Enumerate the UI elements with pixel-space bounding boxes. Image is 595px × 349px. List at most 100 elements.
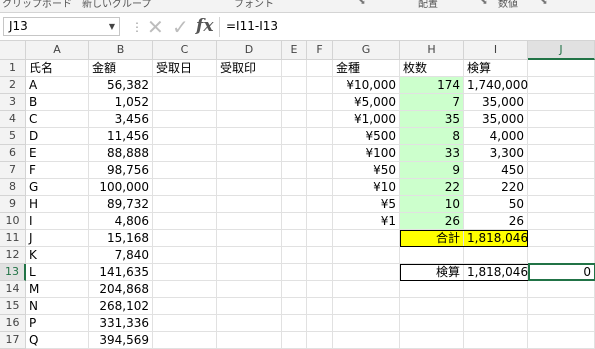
cell-e15[interactable] xyxy=(282,298,307,315)
ribbon-group-alignment[interactable]: 配置 xyxy=(418,0,438,10)
cell-f4[interactable] xyxy=(307,111,333,128)
column-header-d[interactable]: D xyxy=(217,41,282,60)
row-header-1[interactable]: 1 xyxy=(0,60,26,77)
cell-f8[interactable] xyxy=(307,179,333,196)
cell-g5[interactable]: ¥500 xyxy=(333,128,400,145)
cell-g9[interactable]: ¥5 xyxy=(333,196,400,213)
cell-f9[interactable] xyxy=(307,196,333,213)
cell-h6[interactable]: 33 xyxy=(400,145,464,162)
cell-g12[interactable] xyxy=(333,247,400,264)
cell-b13[interactable]: 141,635 xyxy=(89,264,153,281)
cell-h9[interactable]: 10 xyxy=(400,196,464,213)
cell-c13[interactable] xyxy=(153,264,217,281)
font-dialog-launcher-icon[interactable]: ⬊ xyxy=(358,0,366,7)
cell-h14[interactable] xyxy=(400,281,464,298)
cell-i4[interactable]: 35,000 xyxy=(464,111,528,128)
cell-d7[interactable] xyxy=(217,162,282,179)
cell-i16[interactable] xyxy=(464,315,528,332)
cell-c5[interactable] xyxy=(153,128,217,145)
cell-g13[interactable] xyxy=(333,264,400,281)
cell-h8[interactable]: 22 xyxy=(400,179,464,196)
cell-h15[interactable] xyxy=(400,298,464,315)
cell-e14[interactable] xyxy=(282,281,307,298)
cell-j9[interactable] xyxy=(528,196,595,213)
cell-i6[interactable]: 3,300 xyxy=(464,145,528,162)
cell-a16[interactable]: P xyxy=(26,315,89,332)
cell-i11[interactable]: 1,818,046 xyxy=(464,230,528,247)
column-header-a[interactable]: A xyxy=(26,41,89,60)
column-header-j[interactable]: J xyxy=(528,41,595,60)
cell-h5[interactable]: 8 xyxy=(400,128,464,145)
insert-function-icon[interactable]: fx xyxy=(196,16,213,36)
row-header-14[interactable]: 14 xyxy=(0,281,26,298)
ribbon-group-new[interactable]: 新しいグループ xyxy=(82,0,151,10)
cell-e3[interactable] xyxy=(282,94,307,111)
cell-d1[interactable]: 受取印 xyxy=(217,60,282,77)
cell-i7[interactable]: 450 xyxy=(464,162,528,179)
cell-d16[interactable] xyxy=(217,315,282,332)
cell-c14[interactable] xyxy=(153,281,217,298)
cell-g1[interactable]: 金種 xyxy=(333,60,400,77)
cell-g3[interactable]: ¥5,000 xyxy=(333,94,400,111)
cell-j2[interactable] xyxy=(528,77,595,94)
cell-d15[interactable] xyxy=(217,298,282,315)
cancel-icon[interactable]: ✕ xyxy=(147,15,164,39)
cell-b6[interactable]: 88,888 xyxy=(89,145,153,162)
cell-f6[interactable] xyxy=(307,145,333,162)
cell-c12[interactable] xyxy=(153,247,217,264)
row-header-5[interactable]: 5 xyxy=(0,128,26,145)
cell-e16[interactable] xyxy=(282,315,307,332)
cell-i15[interactable] xyxy=(464,298,528,315)
cell-f2[interactable] xyxy=(307,77,333,94)
cell-c8[interactable] xyxy=(153,179,217,196)
row-header-12[interactable]: 12 xyxy=(0,247,26,264)
cell-a9[interactable]: H xyxy=(26,196,89,213)
cell-j10[interactable] xyxy=(528,213,595,230)
cell-h3[interactable]: 7 xyxy=(400,94,464,111)
column-header-b[interactable]: B xyxy=(89,41,153,60)
cell-g14[interactable] xyxy=(333,281,400,298)
column-header-e[interactable]: E xyxy=(282,41,307,60)
cell-b9[interactable]: 89,732 xyxy=(89,196,153,213)
cell-b8[interactable]: 100,000 xyxy=(89,179,153,196)
cell-g10[interactable]: ¥1 xyxy=(333,213,400,230)
cell-b4[interactable]: 3,456 xyxy=(89,111,153,128)
cell-d14[interactable] xyxy=(217,281,282,298)
cell-a13[interactable]: L xyxy=(26,264,89,281)
cell-h11[interactable]: 合計 xyxy=(400,230,464,247)
cell-f1[interactable] xyxy=(307,60,333,77)
cell-i3[interactable]: 35,000 xyxy=(464,94,528,111)
alignment-dialog-launcher-icon[interactable]: ⬊ xyxy=(480,0,488,7)
cell-j13[interactable]: 0 xyxy=(528,264,595,281)
column-header-f[interactable]: F xyxy=(307,41,333,60)
cell-i1[interactable]: 検算 xyxy=(464,60,528,77)
cell-e7[interactable] xyxy=(282,162,307,179)
row-header-9[interactable]: 9 xyxy=(0,196,26,213)
row-header-16[interactable]: 16 xyxy=(0,315,26,332)
cell-b7[interactable]: 98,756 xyxy=(89,162,153,179)
cell-a15[interactable]: N xyxy=(26,298,89,315)
cell-h12[interactable] xyxy=(400,247,464,264)
cell-c10[interactable] xyxy=(153,213,217,230)
cell-c2[interactable] xyxy=(153,77,217,94)
cell-f15[interactable] xyxy=(307,298,333,315)
cell-b10[interactable]: 4,806 xyxy=(89,213,153,230)
cell-b14[interactable]: 204,868 xyxy=(89,281,153,298)
cell-e4[interactable] xyxy=(282,111,307,128)
ribbon-group-clipboard[interactable]: クリップボード xyxy=(2,0,72,10)
cell-f11[interactable] xyxy=(307,230,333,247)
cell-j5[interactable] xyxy=(528,128,595,145)
row-header-8[interactable]: 8 xyxy=(0,179,26,196)
cell-c3[interactable] xyxy=(153,94,217,111)
cell-h10[interactable]: 26 xyxy=(400,213,464,230)
cell-d12[interactable] xyxy=(217,247,282,264)
cell-i8[interactable]: 220 xyxy=(464,179,528,196)
cell-g4[interactable]: ¥1,000 xyxy=(333,111,400,128)
cell-i2[interactable]: 1,740,000 xyxy=(464,77,528,94)
cell-f16[interactable] xyxy=(307,315,333,332)
cell-e2[interactable] xyxy=(282,77,307,94)
cell-g16[interactable] xyxy=(333,315,400,332)
cell-a4[interactable]: C xyxy=(26,111,89,128)
cell-j6[interactable] xyxy=(528,145,595,162)
cell-f5[interactable] xyxy=(307,128,333,145)
